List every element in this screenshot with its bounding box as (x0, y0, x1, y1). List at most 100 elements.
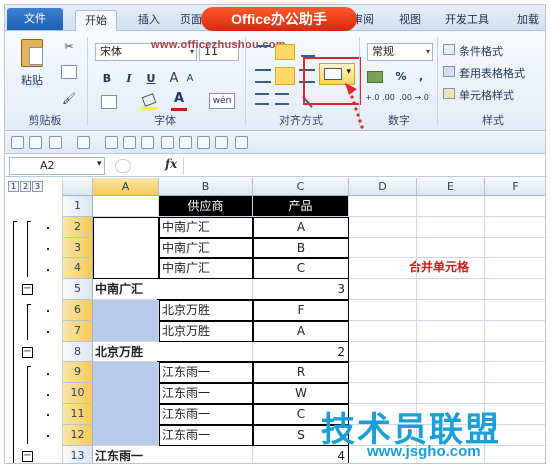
grid-cell[interactable] (417, 258, 485, 280)
grid-cell[interactable] (417, 216, 485, 238)
sort-icon[interactable] (179, 136, 192, 149)
chevron-down-icon[interactable]: ▾ (97, 159, 102, 169)
count-cell[interactable]: 2 (157, 341, 349, 363)
grid-cell[interactable] (349, 300, 417, 321)
italic-button[interactable]: I (121, 69, 137, 89)
row-header[interactable]: 1 (63, 196, 93, 217)
cut-icon[interactable]: ✂ (59, 37, 79, 57)
grid-cell[interactable] (417, 279, 485, 300)
row-header[interactable]: 12 (63, 424, 93, 446)
header-cell-product[interactable]: 产品 (253, 196, 349, 217)
grid-cell[interactable] (485, 238, 545, 259)
supplier-cell[interactable]: 江东雨一 (159, 383, 253, 404)
formula-input[interactable] (183, 157, 543, 175)
product-cell[interactable]: B (253, 237, 349, 259)
tab-home[interactable]: 开始 (75, 10, 117, 31)
shrink-font-button[interactable]: A (183, 69, 197, 89)
decrease-indent-icon[interactable] (255, 93, 269, 105)
grid-cell[interactable] (349, 237, 417, 259)
supplier-cell[interactable]: 江东雨一 (159, 424, 253, 446)
grid-cell[interactable] (93, 196, 159, 217)
phonetic-button[interactable]: wén (209, 93, 235, 109)
align-middle-icon[interactable] (275, 44, 295, 60)
merged-cell-a9-a12[interactable] (93, 362, 159, 446)
count-cell[interactable]: 3 (157, 279, 349, 300)
header-cell-supplier[interactable]: 供应商 (159, 196, 253, 217)
font-color-button[interactable]: A (171, 91, 187, 111)
product-cell[interactable]: R (253, 362, 349, 384)
align-bottom-icon[interactable] (301, 45, 315, 57)
grid-cell[interactable] (349, 279, 417, 300)
tab-addins[interactable]: 加载 (509, 10, 545, 31)
grid-cell[interactable] (485, 321, 545, 342)
supplier-cell[interactable]: 中南广汇 (159, 216, 253, 238)
column-header-a[interactable]: A (93, 178, 159, 196)
supplier-cell[interactable]: 北京万胜 (159, 300, 253, 321)
grid-cell[interactable] (485, 217, 545, 238)
product-cell[interactable]: W (253, 383, 349, 404)
row-header[interactable]: 5 (63, 279, 93, 300)
grid-cell[interactable] (485, 279, 545, 300)
supplier-cell[interactable]: 中南广汇 (159, 258, 253, 280)
tab-developer[interactable]: 开发工具 (437, 10, 497, 31)
grid-cell[interactable] (349, 196, 417, 217)
currency-icon[interactable] (367, 71, 383, 83)
row-header[interactable]: 11 (63, 404, 93, 425)
new-file-icon[interactable] (123, 136, 136, 149)
grid-cell[interactable] (417, 196, 485, 217)
grid-cell[interactable] (349, 216, 417, 238)
collapse-group-button[interactable]: − (22, 346, 33, 358)
align-center-icon[interactable] (275, 67, 295, 85)
grid-cell[interactable] (485, 342, 545, 363)
name-box[interactable]: A2 (9, 157, 105, 175)
product-cell[interactable]: A (253, 216, 349, 238)
grid-cell[interactable] (417, 362, 485, 384)
row-header[interactable]: 10 (63, 383, 93, 404)
supplier-cell[interactable]: 江东雨一 (159, 362, 253, 384)
insert-function-button[interactable]: fx (165, 157, 177, 171)
select-all-corner[interactable] (63, 178, 93, 196)
fill-color-icon[interactable] (141, 93, 159, 111)
column-header-f[interactable]: F (485, 178, 545, 196)
row-header[interactable]: 2 (63, 216, 93, 238)
redo-icon[interactable] (77, 136, 90, 149)
format-as-table-button[interactable]: 套用表格格式 (443, 63, 545, 81)
conditional-format-button[interactable]: 条件格式 (443, 41, 545, 59)
supplier-cell[interactable]: 江东雨一 (159, 404, 253, 425)
save-icon[interactable] (29, 136, 42, 149)
column-header-d[interactable]: D (349, 178, 417, 196)
grid-cell[interactable] (349, 383, 417, 404)
number-format-select[interactable]: 常规 ▾ (367, 43, 433, 61)
chart-icon[interactable] (161, 136, 174, 149)
row-header[interactable]: 4 (63, 258, 93, 280)
grid-cell[interactable] (349, 362, 417, 384)
print-preview-icon[interactable] (105, 136, 118, 149)
filter-icon[interactable] (197, 136, 210, 149)
bold-button[interactable]: B (99, 69, 115, 89)
outline-level-1-button[interactable]: 1 (8, 181, 19, 192)
print-icon[interactable] (235, 136, 248, 149)
tab-file[interactable]: 文件 (7, 8, 63, 30)
paste-button[interactable]: 粘贴 (15, 37, 49, 95)
border-icon[interactable] (101, 95, 117, 109)
supplier-cell[interactable]: 北京万胜 (159, 320, 253, 342)
comma-button[interactable]: , (415, 67, 427, 87)
column-header-e[interactable]: E (417, 178, 485, 196)
product-cell[interactable]: C (253, 258, 349, 280)
column-header-c[interactable]: C (253, 178, 349, 196)
grid-cell[interactable] (485, 383, 545, 404)
row-header[interactable]: 3 (63, 237, 93, 259)
row-header[interactable]: 7 (63, 320, 93, 342)
align-top-icon[interactable] (257, 45, 271, 57)
collapse-group-button[interactable]: − (22, 450, 33, 462)
collapse-group-button[interactable]: − (22, 284, 33, 296)
grid-cell[interactable] (349, 258, 417, 280)
grid-cell[interactable] (485, 300, 545, 321)
underline-button[interactable]: U (143, 69, 159, 89)
copy-icon[interactable] (61, 65, 77, 79)
outline-level-2-button[interactable]: 2 (20, 181, 31, 192)
tab-view[interactable]: 视图 (393, 10, 427, 31)
row-header[interactable]: 6 (63, 300, 93, 321)
row-header[interactable]: 13 (63, 445, 93, 463)
grid-cell[interactable] (417, 341, 485, 363)
